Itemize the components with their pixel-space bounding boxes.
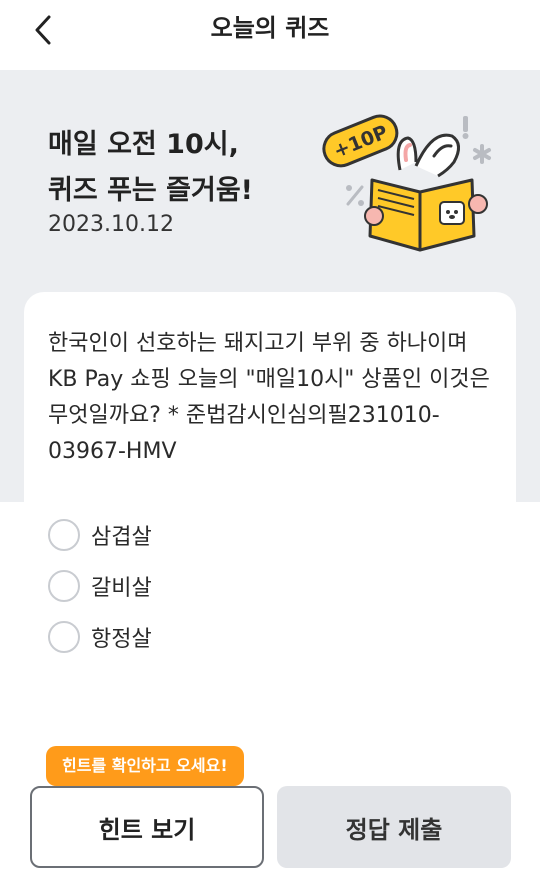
question-line: 03967-HMV	[48, 439, 177, 464]
page-title: 오늘의 퀴즈	[210, 14, 330, 42]
answer-option-label: 항정살	[91, 627, 152, 652]
sparkle-icon	[462, 116, 469, 139]
percent-icon	[346, 185, 364, 206]
hero-title: 매일 오전 10시, 퀴즈 푸는 즐거움!	[48, 122, 308, 214]
points-badge: +10P	[322, 114, 399, 168]
question-line: 무엇일까요? * 준법감시인심의필231010-	[48, 403, 440, 428]
question-line: 한국인이 선호하는 돼지고기 부위 중 하나이며	[48, 331, 468, 356]
radio-button[interactable]	[48, 621, 80, 653]
asterisk-icon	[473, 144, 491, 164]
app-header: 오늘의 퀴즈	[0, 0, 540, 70]
answer-option-label: 갈비살	[91, 576, 152, 601]
answer-option[interactable]: 갈비살	[48, 566, 152, 606]
quiz-date: 2023.10.12	[48, 212, 174, 237]
question-text: 한국인이 선호하는 돼지고기 부위 중 하나이며 KB Pay 쇼핑 오늘의 "…	[48, 326, 498, 470]
question-line: KB Pay 쇼핑 오늘의 "매일10시" 상품인 이것은	[48, 367, 490, 392]
reading-rabbit-illustration: +10P	[322, 114, 491, 252]
radio-button[interactable]	[48, 519, 80, 551]
book-icon	[368, 178, 476, 252]
rabbit-icon	[396, 133, 460, 178]
answer-option[interactable]: 항정살	[48, 617, 152, 657]
hero-title-line: 매일 오전 10시,	[48, 129, 239, 160]
radio-button[interactable]	[48, 570, 80, 602]
hint-button[interactable]: 힌트 보기	[30, 786, 264, 868]
submit-answer-button[interactable]: 정답 제출	[277, 786, 511, 868]
answer-option-label: 삼겹살	[91, 525, 152, 550]
hint-tooltip: 힌트를 확인하고 오세요!	[46, 746, 244, 786]
answer-option[interactable]: 삼겹살	[48, 515, 152, 555]
